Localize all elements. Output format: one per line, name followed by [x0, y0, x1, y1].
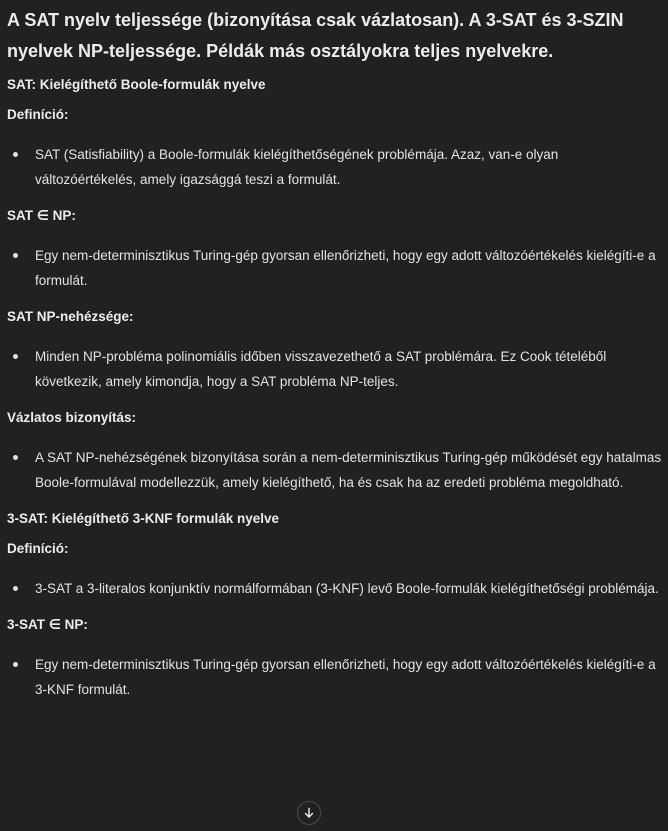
bullet-icon — [13, 586, 18, 591]
scroll-down-button[interactable] — [297, 801, 321, 825]
list-item-text: Egy nem-determinisztikus Turing-gép gyor… — [35, 657, 656, 697]
section-heading-3sat: 3-SAT: Kielégíthető 3-KNF formulák nyelv… — [7, 511, 280, 526]
list-item-text: SAT (Satisfiability) a Boole-formulák ki… — [35, 147, 559, 187]
list-item-text: A SAT NP-nehézségének bizonyítása során … — [35, 450, 662, 490]
list-item-text: Egy nem-determinisztikus Turing-gép gyor… — [35, 248, 656, 288]
proof-label: Vázlatos bizonyítás: — [7, 410, 137, 425]
list-item: 3-SAT a 3-literalos konjunktív normálfor… — [7, 576, 662, 601]
bullet-icon — [13, 152, 18, 157]
list-item: Egy nem-determinisztikus Turing-gép gyor… — [7, 652, 662, 702]
definition-list: 3-SAT a 3-literalos konjunktív normálfor… — [7, 576, 662, 601]
proof-list: A SAT NP-nehézségének bizonyítása során … — [7, 445, 662, 495]
in-np-label: SAT ∈ NP: — [7, 208, 76, 223]
list-item: A SAT NP-nehézségének bizonyítása során … — [7, 445, 662, 495]
bullet-icon — [13, 354, 18, 359]
bullet-icon — [13, 455, 18, 460]
list-item: Minden NP-probléma polinomiális időben v… — [7, 344, 662, 394]
arrow-down-icon — [304, 807, 314, 818]
message-content: A SAT nyelv teljessége (bizonyítása csak… — [7, 0, 662, 702]
list-item-text: Minden NP-probléma polinomiális időben v… — [35, 349, 607, 389]
in-np-label: 3-SAT ∈ NP: — [7, 617, 88, 632]
list-item: Egy nem-determinisztikus Turing-gép gyor… — [7, 243, 662, 293]
bullet-icon — [13, 253, 18, 258]
page-title: A SAT nyelv teljessége (bizonyítása csak… — [7, 10, 624, 61]
np-hard-list: Minden NP-probléma polinomiális időben v… — [7, 344, 662, 394]
list-item: SAT (Satisfiability) a Boole-formulák ki… — [7, 142, 662, 192]
in-np-list: Egy nem-determinisztikus Turing-gép gyor… — [7, 243, 662, 293]
list-item-text: 3-SAT a 3-literalos konjunktív normálfor… — [35, 581, 659, 596]
definition-label: Definíció: — [7, 541, 69, 556]
in-np-list: Egy nem-determinisztikus Turing-gép gyor… — [7, 652, 662, 702]
bullet-icon — [13, 662, 18, 667]
definition-label: Definíció: — [7, 107, 69, 122]
section-heading-sat: SAT: Kielégíthető Boole-formulák nyelve — [7, 77, 266, 92]
definition-list: SAT (Satisfiability) a Boole-formulák ki… — [7, 142, 662, 192]
np-hard-label: SAT NP-nehézsége: — [7, 309, 134, 324]
